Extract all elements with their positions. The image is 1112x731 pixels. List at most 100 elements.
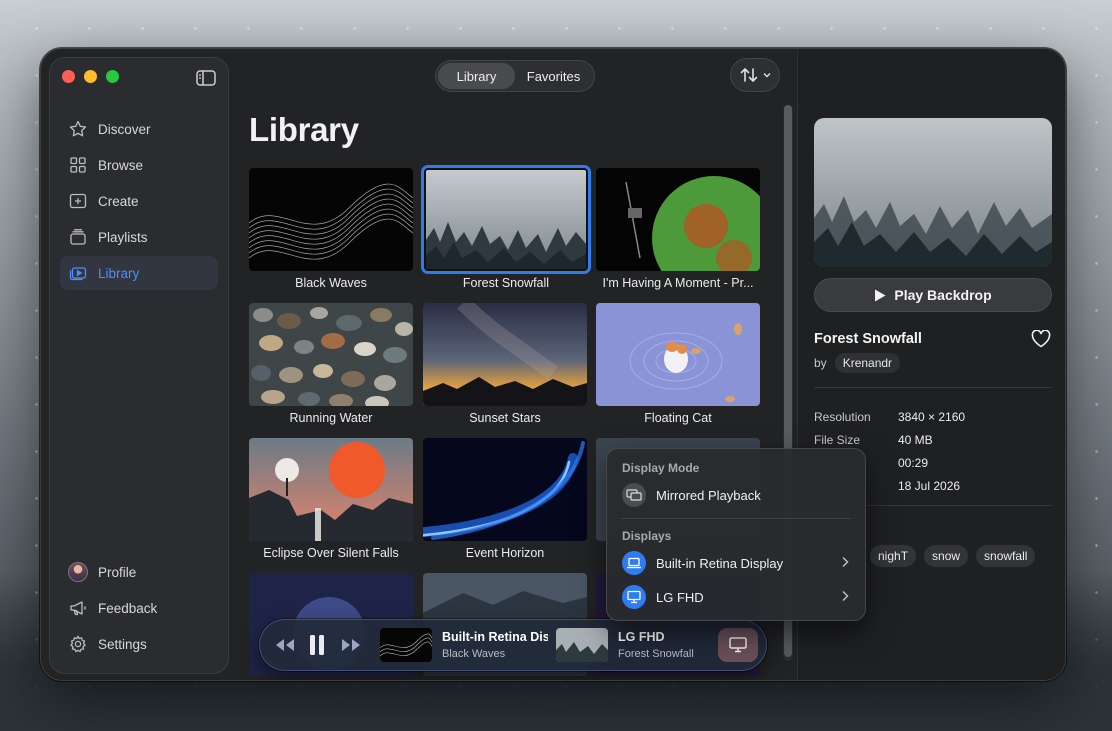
- card-title: I'm Having A Moment - Pr...: [602, 276, 754, 290]
- wallpaper-card[interactable]: Sunset Stars: [423, 303, 587, 425]
- wallpaper-card[interactable]: Black Waves: [249, 168, 413, 290]
- sidebar-item-label: Create: [98, 193, 139, 209]
- sidebar-item-label: Library: [98, 265, 140, 281]
- sidebar-item-label: Feedback: [98, 600, 158, 616]
- menu-item-label: LG FHD: [656, 589, 704, 605]
- meta-key: File Size: [814, 432, 861, 447]
- sidebar-item-label: Discover: [98, 121, 151, 137]
- heart-icon[interactable]: [1031, 330, 1051, 348]
- menu-item-lg-fhd[interactable]: LG FHD: [615, 582, 857, 612]
- minimize-button[interactable]: [84, 70, 97, 83]
- display-2-subtitle: Forest Snowfall: [618, 648, 694, 660]
- tag-chip[interactable]: snow: [924, 545, 969, 567]
- fast-forward-icon[interactable]: [340, 638, 362, 652]
- sidebar-item-create[interactable]: Create: [60, 184, 218, 218]
- sidebar-item-label: Settings: [98, 636, 147, 652]
- display-picker-button[interactable]: [718, 628, 758, 662]
- sidebar-footer: Profile Feedback Settings: [60, 555, 218, 663]
- grid-icon: [70, 157, 86, 173]
- sidebar-item-discover[interactable]: Discover: [60, 112, 218, 146]
- play-library-icon: [69, 267, 87, 281]
- sidebar-item-settings[interactable]: Settings: [60, 627, 218, 661]
- laptop-icon: [622, 551, 646, 575]
- display-1-subtitle: Black Waves: [442, 648, 506, 660]
- sidebar-nav: Discover Browse Create Playlists Library: [60, 112, 218, 292]
- close-button[interactable]: [62, 70, 75, 83]
- display-mode-heading: Display Mode: [622, 461, 700, 475]
- sidebar-item-browse[interactable]: Browse: [60, 148, 218, 182]
- display-menu: Display Mode Mirrored Playback Displays …: [606, 448, 866, 621]
- star-icon: [69, 120, 87, 137]
- display-2-thumbnail: [556, 628, 608, 662]
- plus-square-icon: [69, 193, 87, 209]
- menu-item-built-in-display[interactable]: Built-in Retina Display: [615, 548, 857, 578]
- wallpaper-card[interactable]: Event Horizon: [423, 438, 587, 560]
- megaphone-icon: [70, 601, 86, 616]
- rewind-icon[interactable]: [274, 638, 296, 652]
- card-title: Sunset Stars: [469, 411, 541, 425]
- chevron-right-icon: [842, 556, 849, 568]
- chevron-right-icon: [842, 590, 849, 602]
- thumbnail: [423, 438, 587, 541]
- sidebar-toggle-icon[interactable]: [196, 70, 216, 86]
- card-title: Eclipse Over Silent Falls: [263, 546, 399, 560]
- wallpaper-card[interactable]: Eclipse Over Silent Falls: [249, 438, 413, 560]
- display-icon: [729, 637, 747, 653]
- menu-item-label: Built-in Retina Display: [656, 555, 784, 571]
- preview-image: [814, 118, 1052, 267]
- app-window: Discover Browse Create Playlists Library: [40, 48, 1066, 681]
- meta-value: 00:29: [898, 455, 929, 470]
- wallpaper-card[interactable]: Forest Snowfall: [421, 165, 591, 290]
- sidebar-item-label: Profile: [98, 564, 137, 580]
- sidebar-item-feedback[interactable]: Feedback: [60, 591, 218, 625]
- wallpaper-card[interactable]: Running Water: [249, 303, 413, 425]
- sidebar-item-profile[interactable]: Profile: [60, 555, 218, 589]
- author-row: by Krenandr: [814, 353, 901, 373]
- pause-icon[interactable]: [308, 634, 326, 656]
- thumbnail: [596, 303, 760, 406]
- mirror-display-icon: [622, 483, 646, 507]
- page-title: Library: [249, 111, 359, 148]
- meta-value: 18 Jul 2026: [898, 478, 961, 493]
- play-icon: [875, 289, 886, 301]
- menu-item-mirrored-playback[interactable]: Mirrored Playback: [615, 480, 857, 510]
- stack-icon: [70, 229, 86, 245]
- divider: [814, 387, 1052, 388]
- thumbnail: [249, 168, 413, 271]
- display-1-title: Built-in Retina Display: [442, 630, 548, 644]
- meta-key: Resolution: [814, 409, 871, 424]
- meta-value: 3840 × 2160: [898, 409, 966, 424]
- wallpaper-title: Forest Snowfall: [814, 331, 922, 347]
- sidebar-item-label: Browse: [98, 157, 144, 173]
- menu-item-label: Mirrored Playback: [656, 487, 761, 503]
- card-title: Black Waves: [295, 276, 367, 290]
- card-title: Floating Cat: [644, 411, 712, 425]
- meta-row-resolution: Resolution 3840 × 2160: [814, 405, 1054, 428]
- displays-heading: Displays: [622, 529, 672, 543]
- sidebar-item-label: Playlists: [98, 229, 148, 245]
- thumbnail: [421, 165, 591, 274]
- sidebar-item-library[interactable]: Library: [60, 256, 218, 290]
- tag-chip[interactable]: nighT: [870, 545, 917, 567]
- now-playing-bar: Built-in Retina Display Black Waves LG F…: [259, 619, 767, 671]
- sidebar: Discover Browse Create Playlists Library: [49, 57, 229, 674]
- meta-value: 40 MB: [898, 432, 933, 447]
- by-label: by: [814, 356, 827, 370]
- wallpaper-card[interactable]: Floating Cat: [596, 303, 760, 425]
- sidebar-item-playlists[interactable]: Playlists: [60, 220, 218, 254]
- tag-list: nighT snow snowfall: [870, 545, 1036, 567]
- card-title: Running Water: [289, 411, 373, 425]
- wallpaper-card[interactable]: I'm Having A Moment - Pr...: [596, 168, 760, 290]
- tag-chip[interactable]: snowfall: [976, 545, 1036, 567]
- card-title: Forest Snowfall: [462, 276, 550, 290]
- author-chip[interactable]: Krenandr: [834, 353, 901, 373]
- display-1-thumbnail: [380, 628, 432, 662]
- thumbnail: [596, 168, 760, 271]
- play-backdrop-button[interactable]: Play Backdrop: [814, 278, 1052, 312]
- play-backdrop-label: Play Backdrop: [894, 287, 992, 303]
- thumbnail: [249, 438, 413, 541]
- thumbnail: [423, 303, 587, 406]
- zoom-button[interactable]: [106, 70, 119, 83]
- avatar-icon: [68, 562, 88, 582]
- gear-icon: [70, 635, 86, 653]
